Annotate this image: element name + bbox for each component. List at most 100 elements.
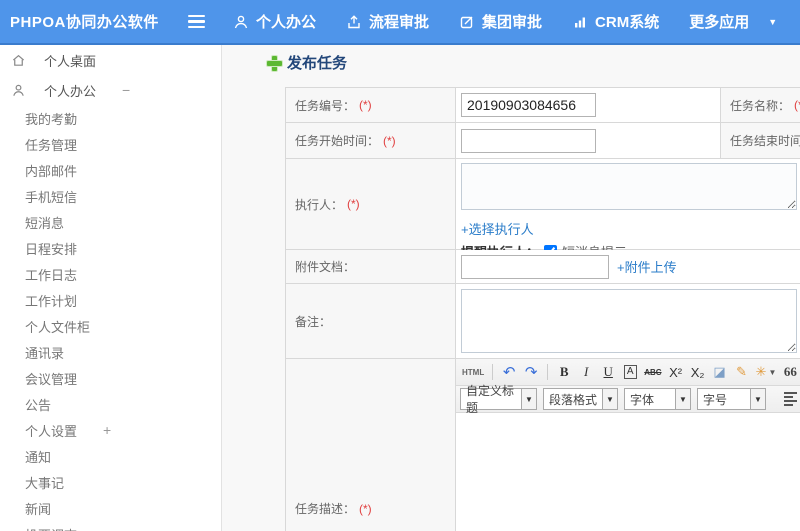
approval-icon bbox=[346, 14, 362, 30]
collapse-icon[interactable]: − bbox=[122, 83, 130, 97]
plus-icon bbox=[266, 55, 283, 72]
sidebar-item-label: 任务管理 bbox=[25, 137, 78, 153]
nav-more-apps[interactable]: 更多应用 ▼ bbox=[689, 11, 777, 32]
undo-button[interactable]: ↶ bbox=[499, 362, 519, 382]
caret-down-icon: ▼ bbox=[751, 388, 766, 410]
description-label: 任务描述： (*) bbox=[286, 359, 456, 531]
home-icon bbox=[11, 53, 35, 68]
sidebar-item-1[interactable]: 个人办公 − bbox=[0, 75, 221, 105]
sidebar-item-3[interactable]: 任务管理 bbox=[0, 131, 221, 157]
blockquote-button[interactable]: 66 bbox=[780, 362, 800, 382]
toolbar-divider bbox=[492, 364, 494, 380]
attachment-label: 附件文档： bbox=[286, 250, 456, 284]
start-time-label: 任务开始时间： (*) bbox=[286, 123, 456, 159]
align-left-button[interactable] bbox=[784, 391, 800, 407]
sidebar: 个人桌面个人办公 − 我的考勤任务管理内部邮件手机短信短消息日程安排工作日志工作计划… bbox=[0, 45, 222, 531]
sidebar-item-12[interactable]: 会议管理 bbox=[0, 365, 221, 391]
sidebar-item-label: 新闻 bbox=[25, 501, 52, 517]
top-navigation: 个人办公 流程审批 集团审批 CRM系统 更多应用 ▼ bbox=[233, 11, 777, 32]
sidebar-item-17[interactable]: 新闻 bbox=[0, 495, 221, 521]
user-icon bbox=[11, 83, 35, 98]
paragraph-format-dropdown[interactable]: 段落格式 ▼ bbox=[543, 388, 618, 410]
superscript-button[interactable]: X² bbox=[666, 362, 686, 382]
quickformat-button[interactable]: ✳ ▼ bbox=[754, 362, 779, 382]
sidebar-item-15[interactable]: 通知 bbox=[0, 443, 221, 469]
sidebar-item-16[interactable]: 大事记 bbox=[0, 469, 221, 495]
edit-icon bbox=[459, 14, 475, 30]
nav-personal-office[interactable]: 个人办公 bbox=[233, 11, 316, 32]
sidebar-item-label: 个人设置 bbox=[25, 423, 78, 439]
strikethrough-button[interactable]: ABC bbox=[642, 362, 663, 382]
sidebar-item-9[interactable]: 工作计划 bbox=[0, 287, 221, 313]
remark-label: 备注： bbox=[286, 284, 456, 359]
publish-task-form: 任务编号：(*) 任务名称：(*) 任务开始时间：(*) 任务结束时间：(*) bbox=[285, 87, 800, 531]
remark-textarea[interactable] bbox=[461, 289, 797, 353]
task-name-label: 任务名称：(*) bbox=[721, 88, 800, 123]
executor-label: 执行人： (*) bbox=[286, 159, 456, 250]
sidebar-item-label: 个人文件柜 bbox=[25, 319, 91, 335]
underline-button[interactable]: U bbox=[598, 362, 618, 382]
expand-icon[interactable]: + bbox=[103, 423, 111, 437]
user-icon bbox=[233, 14, 249, 30]
sidebar-item-label: 大事记 bbox=[25, 475, 65, 491]
caret-down-icon: ▼ bbox=[603, 388, 618, 410]
bold-button[interactable]: B bbox=[554, 362, 574, 382]
menu-toggle-icon[interactable] bbox=[188, 15, 205, 28]
sidebar-item-18[interactable]: 投票调查 bbox=[0, 521, 221, 531]
eraser-button[interactable]: ◪ bbox=[710, 362, 730, 382]
subscript-button[interactable]: X₂ bbox=[688, 362, 708, 382]
sidebar-item-label: 通讯录 bbox=[25, 345, 65, 361]
start-time-input[interactable] bbox=[461, 128, 596, 153]
redo-button[interactable]: ↷ bbox=[521, 362, 541, 382]
custom-title-dropdown[interactable]: 自定义标题 ▼ bbox=[460, 384, 537, 415]
sidebar-item-14[interactable]: 个人设置 + bbox=[0, 417, 221, 443]
sidebar-item-label: 会议管理 bbox=[25, 371, 78, 387]
sidebar-item-label: 投票调查 bbox=[25, 525, 77, 531]
sidebar-item-label: 工作日志 bbox=[25, 267, 78, 283]
sidebar-item-label: 个人桌面 bbox=[44, 53, 97, 69]
sidebar-item-label: 工作计划 bbox=[25, 293, 78, 309]
choose-executor-link[interactable]: +选择执行人 bbox=[461, 222, 534, 237]
source-code-button[interactable]: HTML bbox=[460, 362, 486, 382]
sidebar-item-label: 公告 bbox=[25, 397, 52, 413]
format-brush-button[interactable]: ✎ bbox=[732, 362, 752, 382]
nav-group-approval[interactable]: 集团审批 bbox=[459, 11, 542, 32]
app-logo: PHPOA协同办公软件 bbox=[10, 14, 159, 31]
nav-crm-system[interactable]: CRM系统 bbox=[572, 11, 659, 32]
sidebar-item-label: 我的考勤 bbox=[25, 111, 78, 127]
attachment-upload-link[interactable]: +附件上传 bbox=[617, 257, 677, 276]
sidebar-item-7[interactable]: 日程安排 bbox=[0, 235, 221, 261]
sidebar-item-6[interactable]: 短消息 bbox=[0, 209, 221, 235]
task-no-label: 任务编号： (*) bbox=[286, 88, 456, 123]
font-family-dropdown[interactable]: 字体 ▼ bbox=[624, 388, 691, 410]
sidebar-item-label: 手机短信 bbox=[25, 189, 78, 205]
sidebar-item-5[interactable]: 手机短信 bbox=[0, 183, 221, 209]
sidebar-item-11[interactable]: 通讯录 bbox=[0, 339, 221, 365]
executor-textarea[interactable] bbox=[461, 163, 797, 210]
caret-down-icon: ▼ bbox=[768, 16, 778, 27]
app-window: PHPOA协同办公软件 个人办公 流程审批 集团审批 CRM系统 更多应用 ▼ bbox=[0, 0, 800, 531]
font-size-dropdown[interactable]: 字号 ▼ bbox=[697, 388, 766, 410]
fontname-button[interactable]: A bbox=[620, 362, 640, 382]
toolbar-divider bbox=[547, 364, 549, 380]
sidebar-item-label: 短消息 bbox=[25, 215, 65, 231]
sidebar-item-0[interactable]: 个人桌面 bbox=[0, 45, 221, 75]
rich-text-editor: HTML↶↷BIUAABCX²X₂◪✎✳▼66TA▼ 自定义标题 ▼ 段落格式 … bbox=[456, 359, 800, 531]
task-no-input[interactable] bbox=[461, 93, 596, 117]
caret-down-icon: ▼ bbox=[522, 388, 537, 410]
attachment-input[interactable] bbox=[461, 254, 609, 279]
sidebar-item-13[interactable]: 公告 bbox=[0, 391, 221, 417]
sidebar-item-10[interactable]: 个人文件柜 bbox=[0, 313, 221, 339]
sidebar-item-label: 内部邮件 bbox=[25, 163, 78, 179]
sidebar-item-4[interactable]: 内部邮件 bbox=[0, 157, 221, 183]
italic-button[interactable]: I bbox=[576, 362, 596, 382]
editor-toolbar-row2: 自定义标题 ▼ 段落格式 ▼ 字体 ▼ 字号 ▼ bbox=[456, 384, 800, 415]
page-title: 发布任务 bbox=[266, 52, 347, 73]
end-time-label: 任务结束时间：(*) bbox=[721, 123, 800, 159]
nav-workflow-approval[interactable]: 流程审批 bbox=[346, 11, 429, 32]
sidebar-item-label: 个人办公 bbox=[44, 83, 97, 99]
editor-content-area[interactable] bbox=[456, 413, 800, 531]
sidebar-item-2[interactable]: 我的考勤 bbox=[0, 105, 221, 131]
sidebar-item-label: 日程安排 bbox=[25, 241, 78, 257]
sidebar-item-8[interactable]: 工作日志 bbox=[0, 261, 221, 287]
